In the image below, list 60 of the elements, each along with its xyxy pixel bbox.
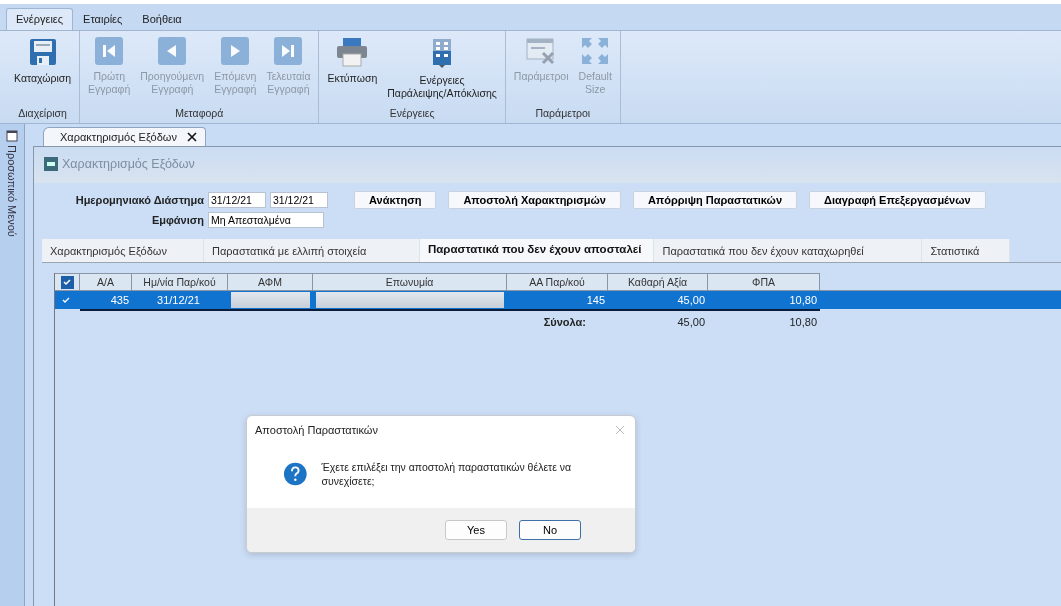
column-header[interactable]: ΑΦΜ [228, 273, 313, 291]
building-icon [430, 37, 454, 69]
action-button[interactable]: Διαγραφή Επεξεργασμένων [809, 191, 986, 209]
column-header[interactable]: Επωνυμία [313, 273, 507, 291]
table-cell-text: 45,00 [676, 293, 706, 308]
question-icon [283, 461, 308, 487]
printer-icon [335, 37, 370, 67]
next-icon [221, 37, 250, 65]
table-row[interactable]: 435 31/12/21 145 45,00 10,80 [55, 291, 1061, 309]
menu-tab[interactable]: Βοήθεια [132, 8, 192, 30]
dialog-button[interactable]: Yes [445, 520, 507, 540]
show-label: Εμφάνιση [150, 214, 204, 226]
menu-tab[interactable]: Εταιρίες [73, 8, 133, 30]
tab[interactable]: Παραστατικά που δεν έχουν καταχωρηθεί [654, 239, 923, 262]
table-cell-text: 10,80 [788, 293, 818, 308]
total-value: 45,00 [676, 316, 706, 328]
column-header[interactable]: Ημ/νία Παρ/κού [132, 273, 228, 291]
ribbon-button[interactable]: Εκτύπωση [323, 31, 382, 107]
close-icon[interactable] [186, 132, 197, 142]
show-field[interactable]: Μη Απεσταλμένα [208, 212, 324, 228]
date-to-field[interactable]: 31/12/21 [270, 192, 328, 208]
window-icon [6, 130, 18, 142]
column-header[interactable]: Καθαρή Αξία [608, 273, 708, 291]
skip-last-icon [274, 37, 303, 65]
tab[interactable]: Χαρακτηρισμός Εξόδων [42, 239, 204, 262]
column-header[interactable]: ΑΑ Παρ/κού [507, 273, 608, 291]
totals-label: Σύνολα: [542, 316, 587, 328]
column-header[interactable]: Α/Α [80, 273, 132, 291]
dialog-message: Έχετε επιλέξει την αποστολή παραστατικών θέλετε να συνεχίσετε; [321, 460, 573, 488]
skip-first-icon [95, 37, 124, 65]
ribbon-group-label: Διαχείριση [18, 107, 67, 121]
date-range-label: Ημερομηνιακό Διάστημα [74, 194, 204, 206]
tab[interactable]: Παραστατικά που δεν έχουν αποσταλεί [420, 239, 655, 262]
action-button[interactable]: Απόρριψη Παραστατικών [632, 191, 798, 209]
total-value: 10,80 [788, 316, 818, 328]
table-cell-text: 31/12/21 [156, 293, 201, 308]
ribbon-group-label: Μεταφορά [175, 107, 224, 121]
expand-icon [581, 37, 610, 65]
document-tab[interactable]: Χαρακτηρισμός Εξόδων [43, 127, 206, 146]
date-from-field[interactable]: 31/12/21 [208, 192, 266, 208]
personal-menu-tab[interactable]: Προσωπικό Μενού [6, 145, 18, 237]
dialog-button[interactable]: No [519, 520, 581, 540]
document-tab-label: Χαρακτηρισμός Εξόδων [60, 131, 177, 143]
ribbon-button[interactable]: Ενέργειες Παράλειψης/Απόκλισης [383, 31, 501, 107]
checkbox[interactable] [60, 275, 74, 289]
column-header[interactable]: ΦΠΑ [708, 273, 820, 291]
table-cell-text: 145 [585, 293, 606, 308]
dialog-title: Αποστολή Παραστατικών [255, 424, 378, 436]
table-cell-text: 435 [109, 293, 130, 308]
app-logo-icon [44, 157, 58, 171]
menu-tab[interactable]: Ενέργειες [6, 8, 74, 30]
action-button[interactable]: Ανάκτηση [354, 191, 437, 209]
previous-icon [158, 37, 187, 65]
ribbon-group-label: Παράμετροι [535, 107, 591, 121]
action-button[interactable]: Αποστολή Χαρακτηρισμών [448, 191, 621, 209]
ribbon-button[interactable]: Καταχώριση [10, 31, 76, 107]
form-title: Χαρακτηρισμός Εξόδων [62, 157, 195, 171]
tab[interactable]: Παραστατικά με ελλιπή στοιχεία [204, 239, 420, 262]
tab[interactable]: Στατιστικά [922, 239, 1011, 262]
ribbon-group-label: Ενέργειες [389, 107, 435, 121]
